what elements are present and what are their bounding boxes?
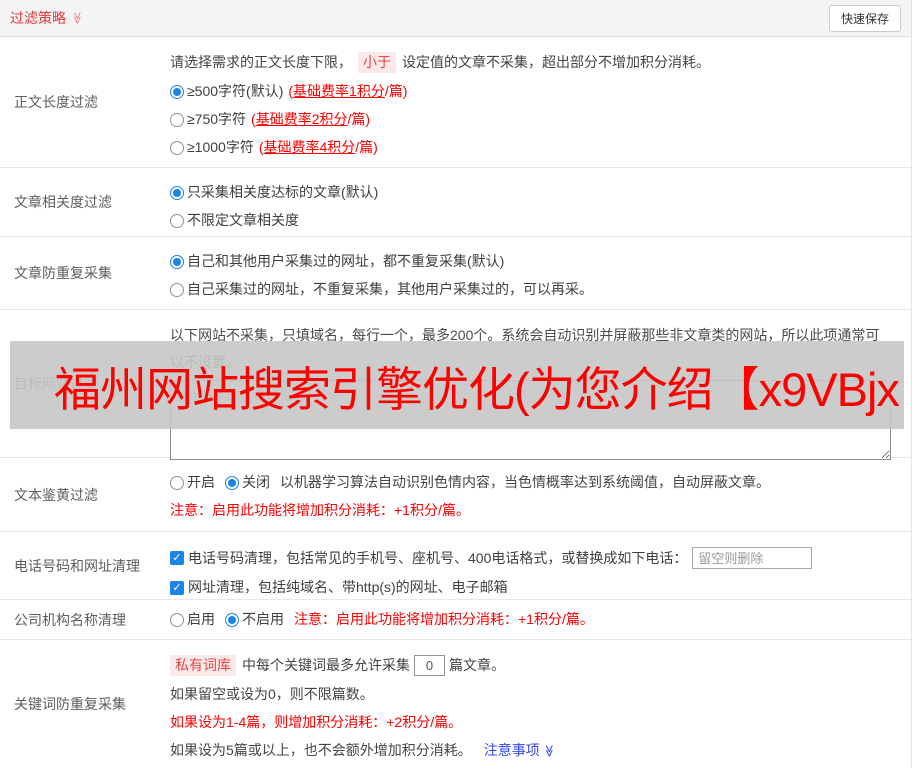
length-option-1000-label[interactable]: ≥1000字符 — [187, 138, 254, 157]
watermark-text: 福州网站搜索引擎优化(为您介绍【x9VBjx — [54, 362, 900, 416]
page-title-label: 过滤策略 — [10, 10, 66, 26]
row-relevance-filter: 文章相关度过滤 只采集相关度达标的文章(默认) 不限定文章相关度 — [0, 168, 911, 237]
replacement-phone-input[interactable] — [692, 547, 813, 569]
company-clean-disable-label[interactable]: 不启用 — [242, 610, 284, 629]
fee-rate-750-link: 基础费率2积分 — [255, 111, 348, 127]
private-lexicon-link[interactable]: 私有词库 — [170, 655, 236, 676]
company-clean-note: 注意：启用此功能将增加积分消耗：+1积分/篇。 — [294, 611, 594, 627]
url-clean-option: ✓ 网址清理，包括纯域名、带http(s)的网址、电子邮箱 — [170, 578, 905, 597]
phone-clean-option: ✓ 电话号码清理，包括常见的手机号、座机号、400电话格式，或替换成如下电话： — [170, 547, 905, 569]
row-label-company-clean: 公司机构名称清理 — [14, 611, 126, 628]
keyword-note-five: 如果设为5篇或以上，也不会额外增加积分消耗。 注意事项 ≫ — [170, 741, 905, 760]
porn-filter-note: 注意：启用此功能将增加积分消耗：+1积分/篇。 — [170, 502, 470, 518]
porn-filter-content: 开启 关闭 以机器学习算法自动识别色情内容，当色情概率达到系统阈值，自动屏蔽文章… — [170, 458, 911, 531]
porn-filter-description: 以机器学习算法自动识别色情内容，当色情概率达到系统阈值，自动屏蔽文章。 — [280, 474, 770, 490]
dedup-option-1: 自己和其他用户采集过的网址，都不重复采集(默认) — [170, 252, 905, 271]
dedup-options: 自己和其他用户采集过的网址，都不重复采集(默认) 自己采集过的网址，不重复采集，… — [170, 237, 911, 309]
dedup-option-2-label[interactable]: 自己采集过的网址，不重复采集，其他用户采集过的，可以再采。 — [187, 280, 593, 299]
row-label-phone-url: 电话号码和网址清理 — [14, 557, 140, 574]
dedup-option-1-label[interactable]: 自己和其他用户采集过的网址，都不重复采集(默认) — [187, 252, 504, 271]
relevance-option-2: 不限定文章相关度 — [170, 211, 905, 230]
keyword-note-zero: 如果留空或设为0，则不限篇数。 — [170, 686, 374, 702]
filter-settings-page: 过滤策略 ≫ 快速保存 正文长度过滤 请选择需求的正文长度下限， 小于 设定值的… — [0, 0, 912, 768]
radio-porn-filter-on[interactable] — [170, 475, 184, 490]
radio-relevance-any[interactable] — [170, 213, 184, 228]
radio-dedup-self-only[interactable] — [170, 282, 184, 297]
notice-link-label: 注意事项 — [483, 742, 540, 758]
length-option-1000: ≥1000字符 (基础费率4积分/篇) — [170, 138, 905, 157]
row-label-dedup: 文章防重复采集 — [14, 265, 112, 281]
keyword-limit-input[interactable] — [414, 655, 445, 676]
watermark-overlay: 福州网站搜索引擎优化(为您介绍【x9VBjx — [10, 341, 904, 429]
keyword-limit-text: 中每个关键词最多允许采集 — [242, 657, 410, 673]
fee-rate-500: (基础费率1积分/篇) — [288, 83, 408, 99]
radio-company-clean-enable[interactable] — [170, 612, 184, 627]
page-title[interactable]: 过滤策略 ≫ — [10, 8, 84, 28]
length-option-750: ≥750字符 (基础费率2积分/篇) — [170, 110, 905, 129]
fee-rate-1000: (基础费率4积分/篇) — [258, 139, 378, 155]
keyword-limit-line: 私有词库 中每个关键词最多允许采集 篇文章。 — [170, 655, 905, 676]
check-icon: ✓ — [172, 581, 182, 594]
row-keyword-dedup: 关键词防重复采集 私有词库 中每个关键词最多允许采集 篇文章。 如果留空或设为0… — [0, 640, 911, 768]
length-option-500-label[interactable]: ≥500字符(默认) — [187, 82, 283, 101]
quick-save-button[interactable]: 快速保存 — [828, 4, 901, 32]
phone-url-content: ✓ 电话号码清理，包括常见的手机号、座机号、400电话格式，或替换成如下电话： … — [170, 532, 911, 599]
fee-rate-1000-link: 基础费率4积分 — [263, 139, 356, 155]
radio-porn-filter-off[interactable] — [225, 475, 239, 490]
notice-link[interactable]: 注意事项 ≫ — [484, 741, 556, 760]
phone-clean-label[interactable]: 电话号码清理，包括常见的手机号、座机号、400电话格式，或替换成如下电话： — [188, 549, 687, 568]
row-phone-url-clean: 电话号码和网址清理 ✓ 电话号码清理，包括常见的手机号、座机号、400电话格式，… — [0, 532, 911, 600]
row-porn-filter: 文本鉴黄过滤 开启 关闭 以机器学习算法自动识别色情内容，当色情概率达到系统阈值… — [0, 458, 911, 532]
porn-filter-on-label[interactable]: 开启 — [187, 473, 215, 492]
relevance-options: 只采集相关度达标的文章(默认) 不限定文章相关度 — [170, 168, 911, 236]
check-icon: ✓ — [172, 552, 182, 564]
company-clean-options: 启用 不启用 注意：启用此功能将增加积分消耗：+1积分/篇。 — [170, 610, 594, 629]
dedup-option-2: 自己采集过的网址，不重复采集，其他用户采集过的，可以再采。 — [170, 280, 905, 299]
company-clean-enable-label[interactable]: 启用 — [187, 610, 215, 629]
relevance-option-1-label[interactable]: 只采集相关度达标的文章(默认) — [187, 183, 378, 202]
keyword-note-five-text: 如果设为5篇或以上，也不会额外增加积分消耗。 — [170, 742, 472, 758]
intro-text-pre: 请选择需求的正文长度下限， — [170, 54, 352, 70]
company-clean-content: 启用 不启用 注意：启用此功能将增加积分消耗：+1积分/篇。 — [170, 600, 911, 639]
porn-filter-options: 开启 关闭 以机器学习算法自动识别色情内容，当色情概率达到系统阈值，自动屏蔽文章… — [170, 473, 905, 492]
fee-rate-750: (基础费率2积分/篇) — [251, 111, 371, 127]
row-label-keyword-dedup: 关键词防重复采集 — [14, 696, 126, 712]
length-option-750-label[interactable]: ≥750字符 — [187, 110, 246, 129]
checkbox-phone-clean[interactable]: ✓ — [170, 551, 184, 565]
row-label-porn-filter: 文本鉴黄过滤 — [14, 486, 98, 503]
page-header: 过滤策略 ≫ 快速保存 — [0, 0, 911, 37]
keyword-limit-suffix: 篇文章。 — [449, 657, 505, 673]
fee-rate-500-link: 基础费率1积分 — [293, 83, 385, 99]
radio-500-chars[interactable] — [170, 84, 184, 99]
less-than-tag: 小于 — [358, 52, 396, 73]
keyword-dedup-content: 私有词库 中每个关键词最多允许采集 篇文章。 如果留空或设为0，则不限篇数。 如… — [170, 640, 911, 768]
keyword-note-cost: 如果设为1-4篇，则增加积分消耗：+2积分/篇。 — [170, 714, 463, 730]
radio-company-clean-disable[interactable] — [225, 612, 239, 627]
row-company-clean: 公司机构名称清理 启用 不启用 注意：启用此功能将增加积分消耗：+1积分/篇。 — [0, 600, 911, 640]
row-label-relevance: 文章相关度过滤 — [14, 194, 112, 210]
row-content-length-filter: 正文长度过滤 请选择需求的正文长度下限， 小于 设定值的文章不采集，超出部分不增… — [0, 37, 911, 168]
relevance-option-1: 只采集相关度达标的文章(默认) — [170, 183, 905, 202]
length-option-500: ≥500字符(默认) (基础费率1积分/篇) — [170, 82, 905, 101]
chevron-down-icon: ≫ — [70, 11, 85, 25]
radio-750-chars[interactable] — [170, 112, 184, 127]
radio-1000-chars[interactable] — [170, 140, 184, 155]
porn-filter-off-label[interactable]: 关闭 — [242, 473, 270, 492]
relevance-option-2-label[interactable]: 不限定文章相关度 — [187, 211, 299, 230]
row-dedup-collection: 文章防重复采集 自己和其他用户采集过的网址，都不重复采集(默认) 自己采集过的网… — [0, 237, 911, 310]
content-length-options: 请选择需求的正文长度下限， 小于 设定值的文章不采集，超出部分不增加积分消耗。 … — [170, 37, 911, 167]
intro-text-post: 设定值的文章不采集，超出部分不增加积分消耗。 — [402, 54, 710, 70]
chevron-down-icon: ≫ — [542, 744, 557, 757]
content-length-intro: 请选择需求的正文长度下限， 小于 设定值的文章不采集，超出部分不增加积分消耗。 — [170, 52, 905, 73]
radio-relevance-only[interactable] — [170, 185, 184, 200]
row-label-content-length: 正文长度过滤 — [14, 94, 98, 110]
checkbox-url-clean[interactable]: ✓ — [170, 580, 184, 595]
radio-dedup-all-users[interactable] — [170, 254, 184, 269]
url-clean-label[interactable]: 网址清理，包括纯域名、带http(s)的网址、电子邮箱 — [188, 578, 508, 597]
